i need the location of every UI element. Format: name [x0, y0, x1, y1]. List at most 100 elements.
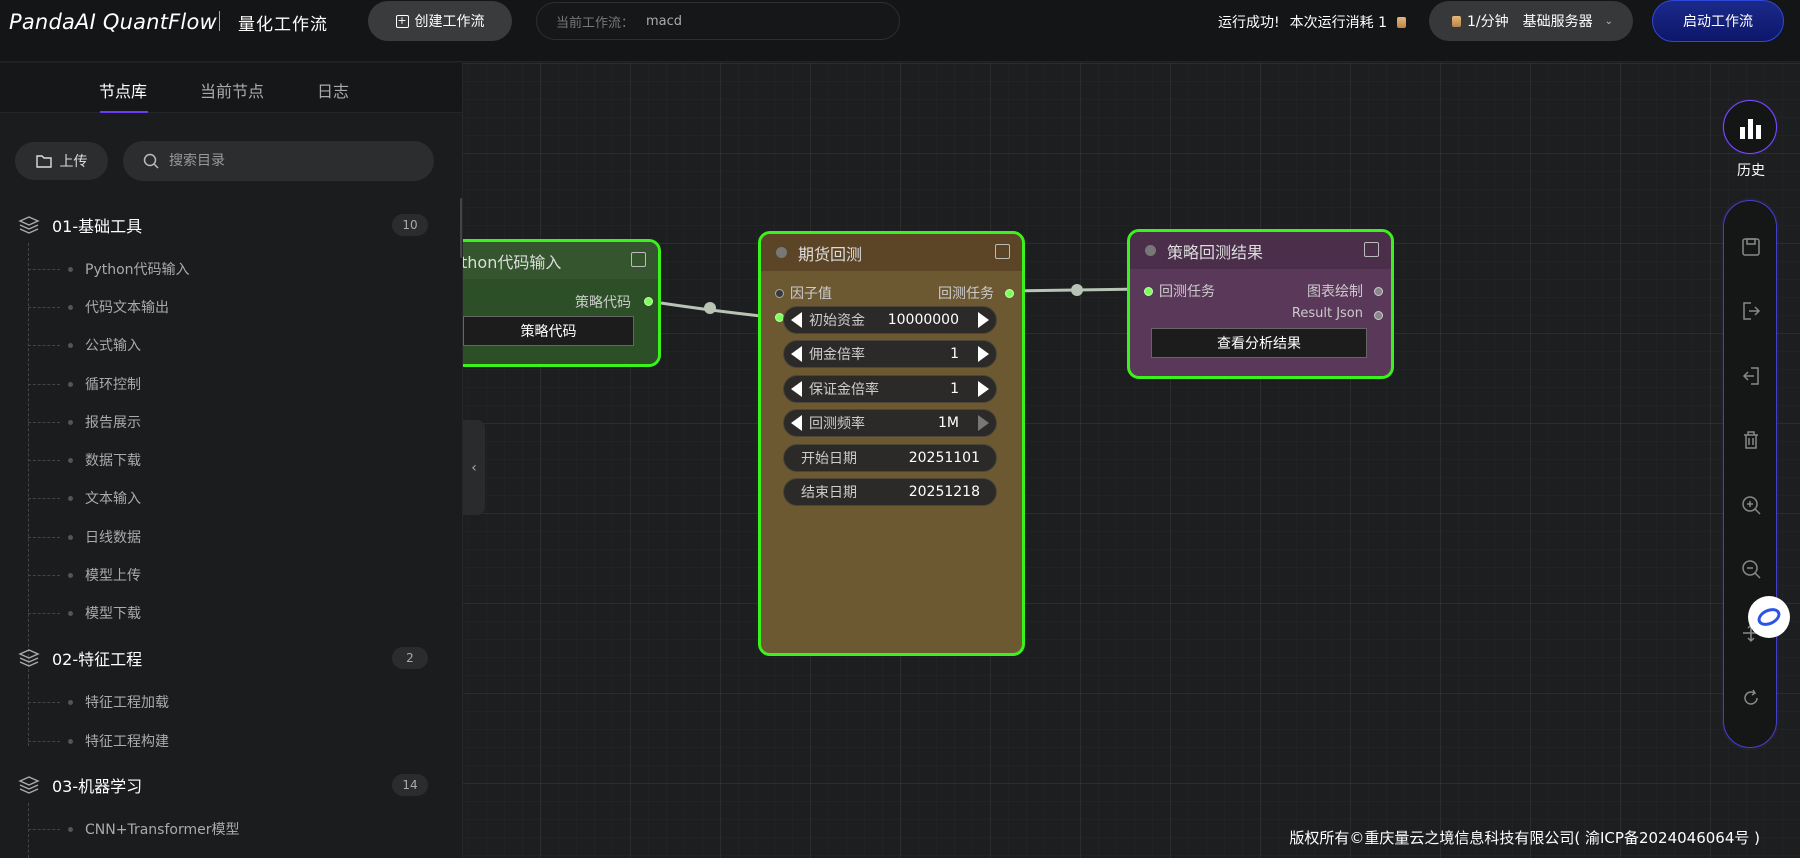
edit-icon[interactable] [631, 252, 646, 267]
run-status-text: 运行成功! [1218, 15, 1280, 31]
list-item[interactable]: 报告展示 [28, 412, 141, 432]
node-python-code-input[interactable]: thon代码输入 策略代码 策略代码 [463, 239, 661, 367]
param-end-date[interactable]: 结束日期 20251218 [783, 478, 997, 506]
decrement-arrow-icon[interactable] [791, 381, 802, 397]
export-icon[interactable] [1741, 301, 1761, 321]
param-initial-capital[interactable]: 初始资金 10000000 [783, 306, 997, 334]
list-item[interactable]: 特征工程加载 [28, 692, 169, 712]
node-title: thon代码输入 [463, 252, 562, 272]
param-start-date[interactable]: 开始日期 20251101 [783, 444, 997, 472]
list-item[interactable]: Python代码输入 [28, 259, 190, 279]
list-item[interactable]: 模型下载 [28, 603, 141, 623]
node-futures-backtest[interactable]: 期货回测 因子值 回测任务 初始资金 10000000 佣金倍率 1 保证金倍率… [758, 231, 1025, 656]
list-item[interactable]: 日线数据 [28, 527, 141, 547]
current-workflow-label: 当前工作流： [556, 15, 635, 31]
output-port[interactable] [1005, 289, 1014, 298]
app-subtitle: 量化工作流 [238, 15, 328, 35]
increment-arrow-icon[interactable] [978, 381, 989, 397]
output-port[interactable] [644, 297, 653, 306]
collapse-panel-button[interactable]: ‹ [463, 420, 485, 515]
list-item[interactable]: 数据下载 [28, 450, 141, 470]
group-01-basic-tools[interactable]: 01-基础工具 10 [18, 213, 428, 237]
layers-icon [18, 216, 40, 234]
search-input[interactable] [169, 153, 399, 169]
refresh-icon[interactable] [1741, 688, 1761, 708]
increment-arrow-icon[interactable] [978, 346, 989, 362]
param-backtest-frequency[interactable]: 回测频率 1M [783, 409, 997, 437]
zoom-in-icon[interactable] [1741, 495, 1761, 515]
delete-icon[interactable] [1741, 430, 1761, 450]
status-dot [1145, 245, 1156, 256]
assistant-float-button[interactable] [1748, 596, 1790, 638]
port-label-result-json: Result Json [1291, 306, 1363, 321]
search-icon [143, 153, 159, 169]
search-box[interactable] [123, 141, 434, 181]
history-button[interactable] [1723, 100, 1777, 154]
input-port[interactable] [1144, 287, 1153, 296]
coin-icon [1452, 15, 1461, 27]
canvas-toolbar [1723, 200, 1777, 748]
edge-midpoint-1 [704, 302, 716, 314]
upload-label: 上传 [59, 154, 88, 170]
run-status: 运行成功! 本次运行消耗 1 [1218, 12, 1406, 32]
list-item[interactable]: 公式输入 [28, 335, 141, 355]
assistant-logo-icon [1754, 604, 1784, 630]
start-workflow-button[interactable]: 启动工作流 [1652, 0, 1784, 42]
top-bar: PandaAI QuantFlow 量化工作流 + 创建工作流 当前工作流： m… [0, 0, 1800, 62]
port-label-backtest-task: 回测任务 [1159, 284, 1215, 300]
view-analysis-button[interactable]: 查看分析结果 [1151, 328, 1367, 358]
current-workflow-value: macd [646, 13, 683, 29]
decrement-arrow-icon[interactable] [791, 346, 802, 362]
node-title: 策略回测结果 [1167, 242, 1264, 262]
list-item[interactable]: 文本输入 [28, 488, 141, 508]
create-workflow-button[interactable]: + 创建工作流 [368, 1, 512, 41]
list-item[interactable]: CNN+Transformer模型 [28, 819, 239, 839]
group-03-machine-learning[interactable]: 03-机器学习 14 [18, 773, 428, 797]
node-header[interactable]: thon代码输入 [463, 242, 658, 279]
output-port[interactable] [1374, 287, 1383, 296]
param-commission-rate[interactable]: 佣金倍率 1 [783, 340, 997, 368]
panel-tabs: 节点库 当前节点 日志 [0, 63, 462, 113]
save-icon[interactable] [1741, 237, 1761, 257]
decrement-arrow-icon[interactable] [791, 415, 802, 431]
app-logo: PandaAI QuantFlow [9, 10, 217, 34]
upload-button[interactable]: 上传 [15, 142, 108, 180]
layers-icon [18, 776, 40, 794]
status-dot [776, 247, 787, 258]
increment-arrow-icon[interactable] [978, 415, 989, 431]
list-item[interactable]: 特征工程构建 [28, 731, 169, 751]
server-rate: 1/分钟 [1467, 14, 1509, 30]
import-icon[interactable] [1741, 366, 1761, 386]
strategy-code-button[interactable]: 策略代码 [463, 316, 634, 346]
coin-icon [1396, 16, 1406, 28]
group-count: 10 [392, 214, 428, 236]
decrement-arrow-icon[interactable] [791, 312, 802, 328]
param-margin-rate[interactable]: 保证金倍率 1 [783, 375, 997, 403]
output-port[interactable] [1374, 311, 1383, 320]
edit-icon[interactable] [1364, 242, 1379, 257]
tab-log[interactable]: 日志 [317, 78, 349, 102]
chevron-left-icon: ‹ [471, 459, 477, 476]
current-workflow-field[interactable]: 当前工作流： macd [536, 2, 900, 40]
node-title: 期货回测 [798, 244, 863, 264]
server-select[interactable]: 1/分钟 基础服务器 ⌄ [1429, 1, 1633, 41]
list-item[interactable]: 模型上传 [28, 565, 141, 585]
tab-node-library[interactable]: 节点库 [99, 78, 147, 102]
node-strategy-backtest-result[interactable]: 策略回测结果 回测任务 图表绘制 Result Json 查看分析结果 [1127, 229, 1394, 379]
zoom-out-icon[interactable] [1741, 559, 1761, 579]
group-02-feature-engineering[interactable]: 02-特征工程 2 [18, 646, 428, 670]
input-port[interactable] [775, 289, 784, 298]
group-title: 03-机器学习 [52, 777, 143, 796]
list-item[interactable]: 循环控制 [28, 374, 141, 394]
node-library-panel: 节点库 当前节点 日志 上传 01-基础工具 10 Python代码输入 代码文… [0, 63, 463, 858]
node-header[interactable]: 期货回测 [761, 234, 1022, 271]
tab-current-node[interactable]: 当前节点 [200, 78, 264, 102]
increment-arrow-icon[interactable] [978, 312, 989, 328]
port-label-backtest-task: 回测任务 [938, 286, 994, 302]
active-tab-indicator [100, 111, 148, 113]
list-item[interactable]: 代码文本输出 [28, 297, 169, 317]
port-label-factor: 因子值 [790, 286, 832, 302]
node-header[interactable]: 策略回测结果 [1130, 232, 1391, 269]
edit-icon[interactable] [995, 244, 1010, 259]
plus-square-icon: + [395, 13, 409, 28]
